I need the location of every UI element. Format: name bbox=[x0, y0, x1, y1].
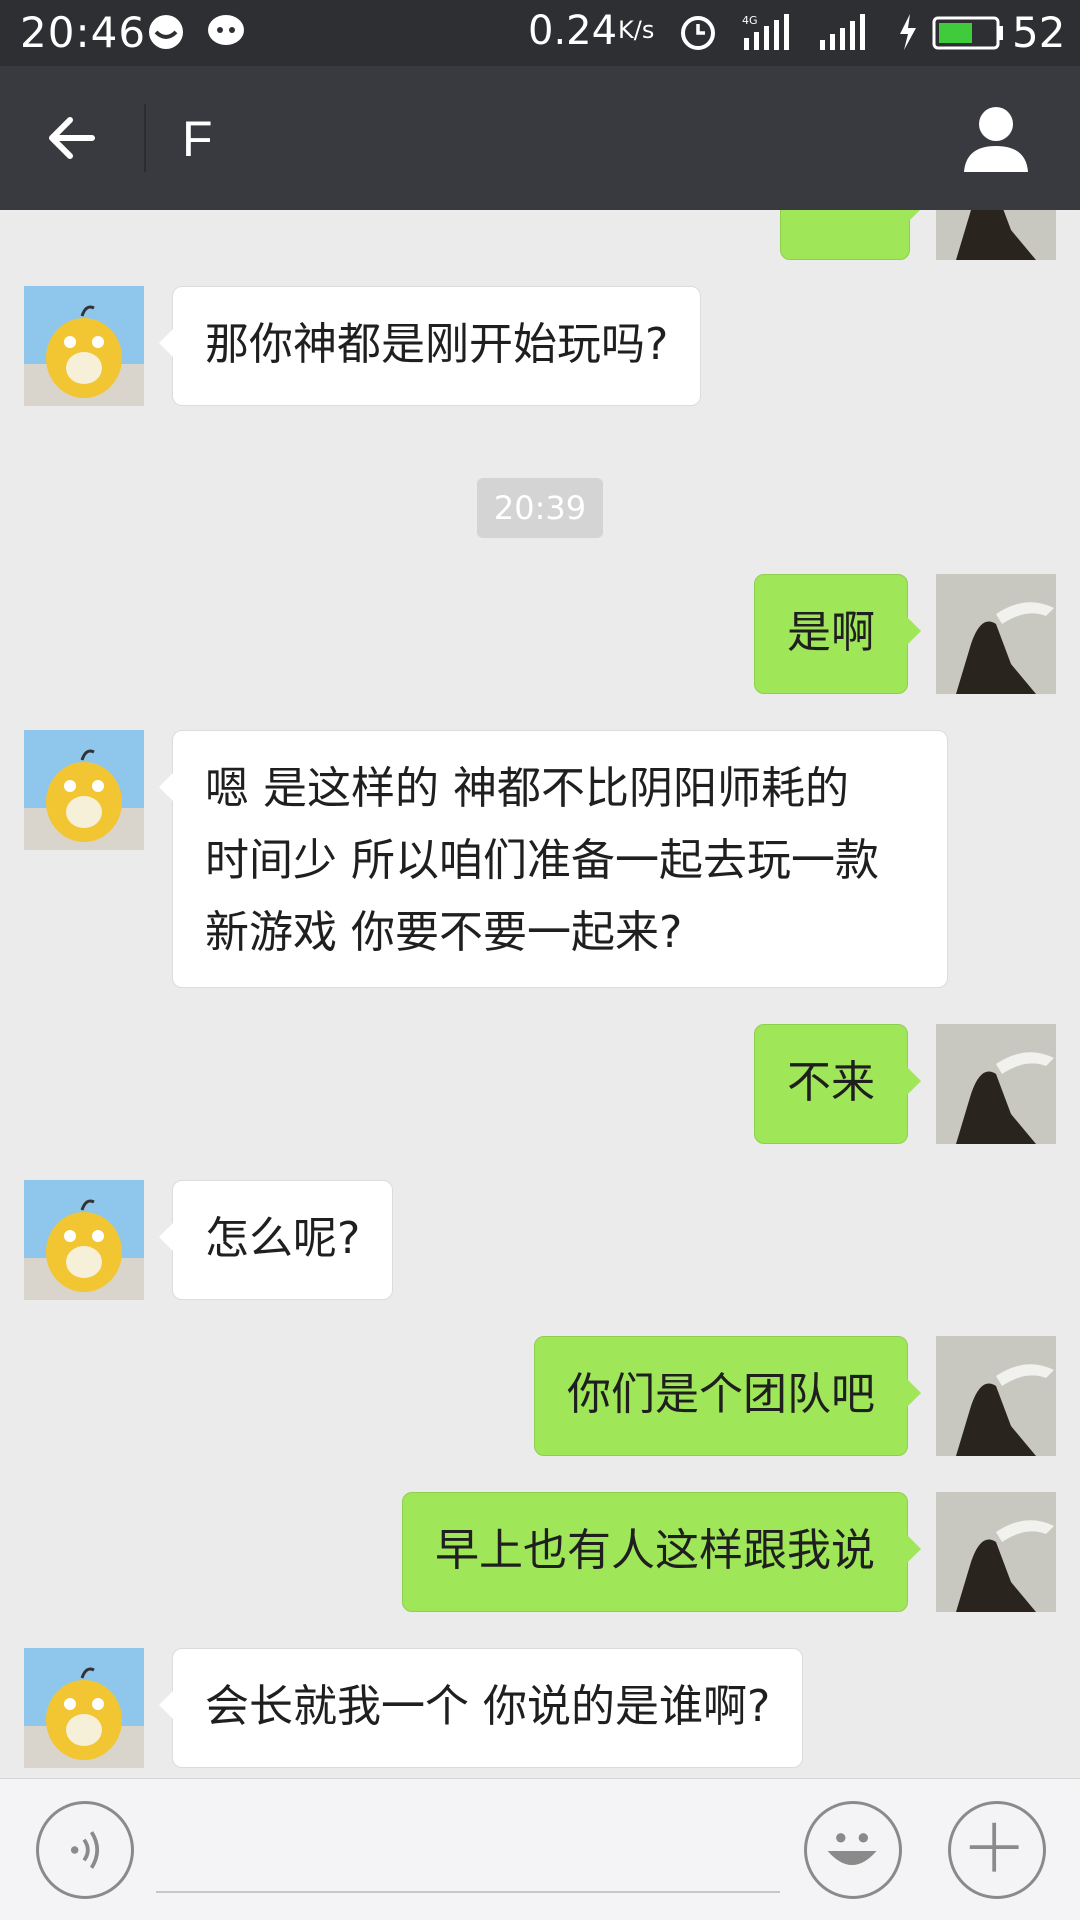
battery-icon bbox=[932, 12, 1006, 52]
message-input-bar bbox=[0, 1778, 1080, 1920]
status-bar: 20:46 0.24 K/s 4G 52 bbox=[0, 0, 1080, 66]
back-button[interactable] bbox=[40, 106, 104, 170]
message-line: 嗯 是这样的 神都不比阴阳师耗的 bbox=[205, 763, 849, 814]
message-line: 新游戏 你要不要一起来? bbox=[205, 907, 683, 958]
more-options-button[interactable] bbox=[948, 1801, 1046, 1899]
contact-avatar[interactable] bbox=[24, 286, 144, 406]
alarm-icon bbox=[678, 12, 718, 52]
person-icon bbox=[964, 107, 1028, 172]
my-avatar[interactable] bbox=[936, 1336, 1056, 1456]
battery-level: 52 bbox=[1012, 8, 1066, 57]
timestamp-label: 20:39 bbox=[477, 478, 603, 538]
voice-input-button[interactable] bbox=[36, 1801, 134, 1899]
plus-icon bbox=[969, 1822, 1019, 1872]
message-bubble-sent[interactable] bbox=[780, 210, 923, 260]
message-bubble-sent[interactable]: 不来 bbox=[754, 1024, 921, 1144]
emoji-sticker-icon bbox=[815, 210, 875, 221]
message-bubble-sent[interactable]: 是啊 bbox=[754, 574, 921, 694]
chat-history[interactable]: 那你神都是刚开始玩吗? 20:39 是啊 嗯 是这样的 神都不比阴阳师耗的 时间… bbox=[0, 210, 1080, 1778]
wechat-notification-icon bbox=[206, 12, 246, 52]
my-avatar[interactable] bbox=[936, 1492, 1056, 1612]
arrow-left-icon bbox=[49, 117, 95, 159]
voice-icon bbox=[70, 1831, 100, 1869]
status-time: 20:46 bbox=[20, 8, 147, 57]
chat-header: F bbox=[0, 66, 1080, 210]
message-bubble-sent[interactable]: 早上也有人这样跟我说 bbox=[402, 1492, 921, 1612]
net-speed: 0.24 bbox=[528, 8, 618, 54]
contact-avatar[interactable] bbox=[24, 1648, 144, 1768]
my-avatar[interactable] bbox=[936, 210, 1056, 260]
my-avatar[interactable] bbox=[936, 1024, 1056, 1144]
net-speed-unit: K/s bbox=[618, 16, 655, 44]
chat-title: F bbox=[182, 111, 213, 167]
emoji-button[interactable] bbox=[804, 1801, 902, 1899]
signal-icon bbox=[818, 12, 874, 52]
header-divider bbox=[144, 104, 146, 172]
charging-icon bbox=[896, 12, 920, 52]
signal-4g-icon: 4G bbox=[742, 12, 798, 52]
message-bubble-received[interactable]: 怎么呢? bbox=[158, 1180, 394, 1300]
my-avatar[interactable] bbox=[936, 574, 1056, 694]
chat-info-button[interactable] bbox=[962, 102, 1030, 174]
contact-avatar[interactable] bbox=[24, 1180, 144, 1300]
svg-text:4G: 4G bbox=[742, 14, 758, 27]
message-bubble-received[interactable]: 嗯 是这样的 神都不比阴阳师耗的 时间少 所以咱们准备一起去玩一款 新游戏 你要… bbox=[159, 730, 948, 988]
qq-notification-icon bbox=[146, 12, 186, 52]
message-text-input[interactable] bbox=[156, 1809, 780, 1893]
message-line: 时间少 所以咱们准备一起去玩一款 bbox=[205, 835, 879, 886]
contact-avatar[interactable] bbox=[24, 730, 144, 850]
message-bubble-received[interactable]: 会长就我一个 你说的是谁啊? bbox=[158, 1648, 804, 1768]
smile-icon bbox=[827, 1833, 877, 1866]
message-bubble-received[interactable]: 那你神都是刚开始玩吗? bbox=[158, 286, 702, 406]
message-bubble-sent[interactable]: 你们是个团队吧 bbox=[534, 1336, 921, 1456]
